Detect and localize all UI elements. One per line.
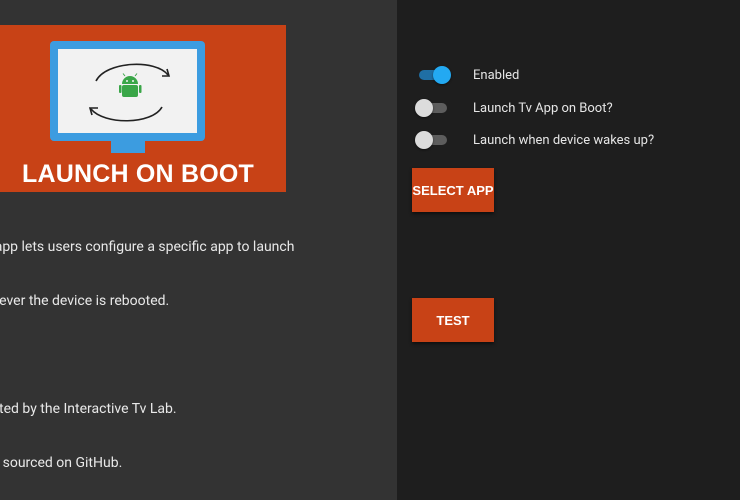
launch-on-wake-label: Launch when device wakes up? [473, 132, 655, 148]
description-line: s app lets users configure a specific ap… [0, 239, 295, 255]
setting-launch-on-boot[interactable]: Launch Tv App on Boot? [415, 97, 613, 119]
launch-on-boot-banner: LAUNCH ON BOOT [0, 25, 286, 192]
setting-enabled[interactable]: Enabled [415, 64, 519, 86]
description-line: eated by the Interactive Tv Lab. [0, 401, 177, 417]
refresh-arrows-icon [88, 63, 171, 122]
launch-on-wake-toggle[interactable] [415, 129, 451, 151]
launch-on-boot-label: Launch Tv App on Boot? [473, 100, 613, 116]
setting-launch-on-wake[interactable]: Launch when device wakes up? [415, 129, 654, 151]
launch-on-boot-toggle[interactable] [415, 97, 451, 119]
description-line [0, 346, 364, 364]
info-pane: LAUNCH ON BOOT s app lets users configur… [0, 0, 397, 500]
enabled-toggle[interactable] [415, 64, 451, 86]
description-line: en sourced on GitHub. [2, 455, 123, 471]
select-app-button[interactable]: SELECT APP [412, 168, 494, 212]
test-button[interactable]: TEST [412, 298, 494, 342]
description-line: enever the device is rebooted. [0, 293, 170, 309]
enabled-label: Enabled [473, 67, 520, 83]
tv-icon [50, 41, 205, 141]
banner-title: LAUNCH ON BOOT [22, 160, 254, 188]
android-robot-icon [119, 73, 142, 97]
app-description: s app lets users configure a specific ap… [0, 202, 364, 500]
